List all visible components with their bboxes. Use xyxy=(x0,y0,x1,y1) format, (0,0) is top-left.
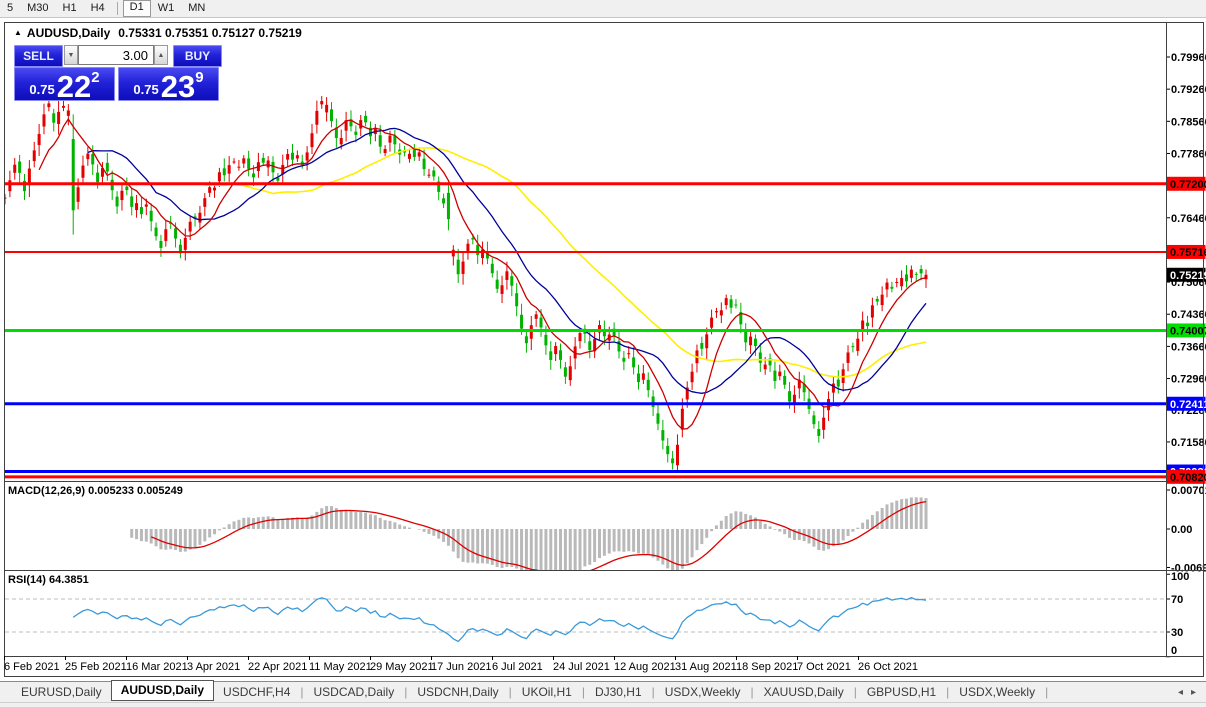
svg-text:0.74360: 0.74360 xyxy=(1171,309,1206,321)
svg-text:16 Mar 2021: 16 Mar 2021 xyxy=(126,661,188,673)
macd-indicator-label: MACD(12,26,9) 0.005233 0.005249 xyxy=(8,485,183,497)
svg-text:0.76460: 0.76460 xyxy=(1171,213,1206,225)
buy-price-small: 0.75 xyxy=(133,82,159,97)
svg-text:29 May 2021: 29 May 2021 xyxy=(370,661,434,673)
chart-canvas[interactable]: 0.799600.792600.785600.778600.764600.750… xyxy=(0,0,1206,707)
svg-text:0.75219: 0.75219 xyxy=(1170,270,1206,282)
svg-text:0.78560: 0.78560 xyxy=(1171,116,1206,128)
date-axis: 6 Feb 2021 25 Feb 2021 16 Mar 2021 3 Apr 20… xyxy=(4,656,918,673)
svg-text:6 Jul 2021: 6 Jul 2021 xyxy=(492,661,543,673)
ma-line xyxy=(87,127,927,394)
svg-text:7 Oct 2021: 7 Oct 2021 xyxy=(797,661,851,673)
sell-price-sup: 2 xyxy=(91,69,100,86)
buy-price-sup: 9 xyxy=(195,69,204,86)
sell-button[interactable]: SELL xyxy=(14,45,63,67)
volume-increase-icon[interactable]: ▲ xyxy=(154,45,168,65)
chart-frame xyxy=(4,22,1204,677)
sell-price-box[interactable]: 0.75 22 2 xyxy=(14,67,115,104)
svg-text:100: 100 xyxy=(1171,571,1189,583)
svg-text:22 Apr 2021: 22 Apr 2021 xyxy=(248,661,307,673)
svg-text:6 Feb 2021: 6 Feb 2021 xyxy=(4,661,60,673)
svg-text:0.75716: 0.75716 xyxy=(1170,247,1206,259)
macd-histogram xyxy=(130,497,928,570)
svg-text:70: 70 xyxy=(1171,594,1183,606)
svg-text:0.72411: 0.72411 xyxy=(1170,399,1206,411)
svg-text:0.79260: 0.79260 xyxy=(1171,84,1206,96)
svg-text:30: 30 xyxy=(1171,627,1183,639)
svg-text:31 Aug 2021: 31 Aug 2021 xyxy=(675,661,737,673)
svg-text:0.74007: 0.74007 xyxy=(1170,325,1206,337)
ma-line xyxy=(204,147,927,378)
svg-text:0.77860: 0.77860 xyxy=(1171,148,1206,160)
svg-text:0.71580: 0.71580 xyxy=(1171,437,1206,449)
rsi-line xyxy=(72,596,927,643)
buy-price-box[interactable]: 0.75 23 9 xyxy=(118,67,219,104)
volume-decrease-icon[interactable]: ▼ xyxy=(64,45,78,65)
buy-button[interactable]: BUY xyxy=(173,45,222,67)
svg-text:25 Feb 2021: 25 Feb 2021 xyxy=(65,661,127,673)
chart-symbol-period: AUDUSD,Daily xyxy=(26,26,111,40)
svg-text:3 Apr 2021: 3 Apr 2021 xyxy=(187,661,240,673)
price-levels[interactable]: 0.772000.757160.740070.724110.709360.708… xyxy=(5,176,1206,484)
svg-text:17 Jun 2021: 17 Jun 2021 xyxy=(431,661,492,673)
buy-price-big: 23 xyxy=(160,69,196,104)
svg-text:24 Jul 2021: 24 Jul 2021 xyxy=(553,661,610,673)
svg-text:0.72960: 0.72960 xyxy=(1171,374,1206,386)
svg-text:18 Sep 2021: 18 Sep 2021 xyxy=(736,661,798,673)
sell-price-big: 22 xyxy=(56,69,92,104)
rsi-indicator-label: RSI(14) 64.3851 xyxy=(8,574,89,586)
svg-text:0: 0 xyxy=(1171,645,1177,657)
svg-text:0.007015: 0.007015 xyxy=(1171,485,1206,497)
svg-text:0.70820: 0.70820 xyxy=(1170,472,1206,484)
svg-text:0.79960: 0.79960 xyxy=(1171,52,1206,64)
trading-platform-window: 5M30H1H4D1W1MN 0.799600.792600.785600.77… xyxy=(0,0,1206,707)
candlestick-series xyxy=(4,95,928,473)
chart-title: ▲ AUDUSD,Daily 0.75331 0.75351 0.75127 0.7… xyxy=(14,26,302,40)
price-axis: 0.799600.792600.785600.778600.764600.750… xyxy=(1166,52,1206,658)
svg-text:0.00: 0.00 xyxy=(1171,524,1192,536)
svg-text:12 Aug 2021: 12 Aug 2021 xyxy=(614,661,676,673)
chart-ohlc-values: 0.75331 0.75351 0.75127 0.75219 xyxy=(118,26,302,40)
svg-text:11 May 2021: 11 May 2021 xyxy=(309,661,372,673)
sell-price-small: 0.75 xyxy=(29,82,55,97)
volume-input[interactable] xyxy=(78,45,154,65)
svg-text:0.73660: 0.73660 xyxy=(1171,341,1206,353)
collapse-icon[interactable]: ▲ xyxy=(14,28,22,37)
svg-text:0.77200: 0.77200 xyxy=(1170,179,1206,191)
svg-text:26 Oct 2021: 26 Oct 2021 xyxy=(858,661,918,673)
